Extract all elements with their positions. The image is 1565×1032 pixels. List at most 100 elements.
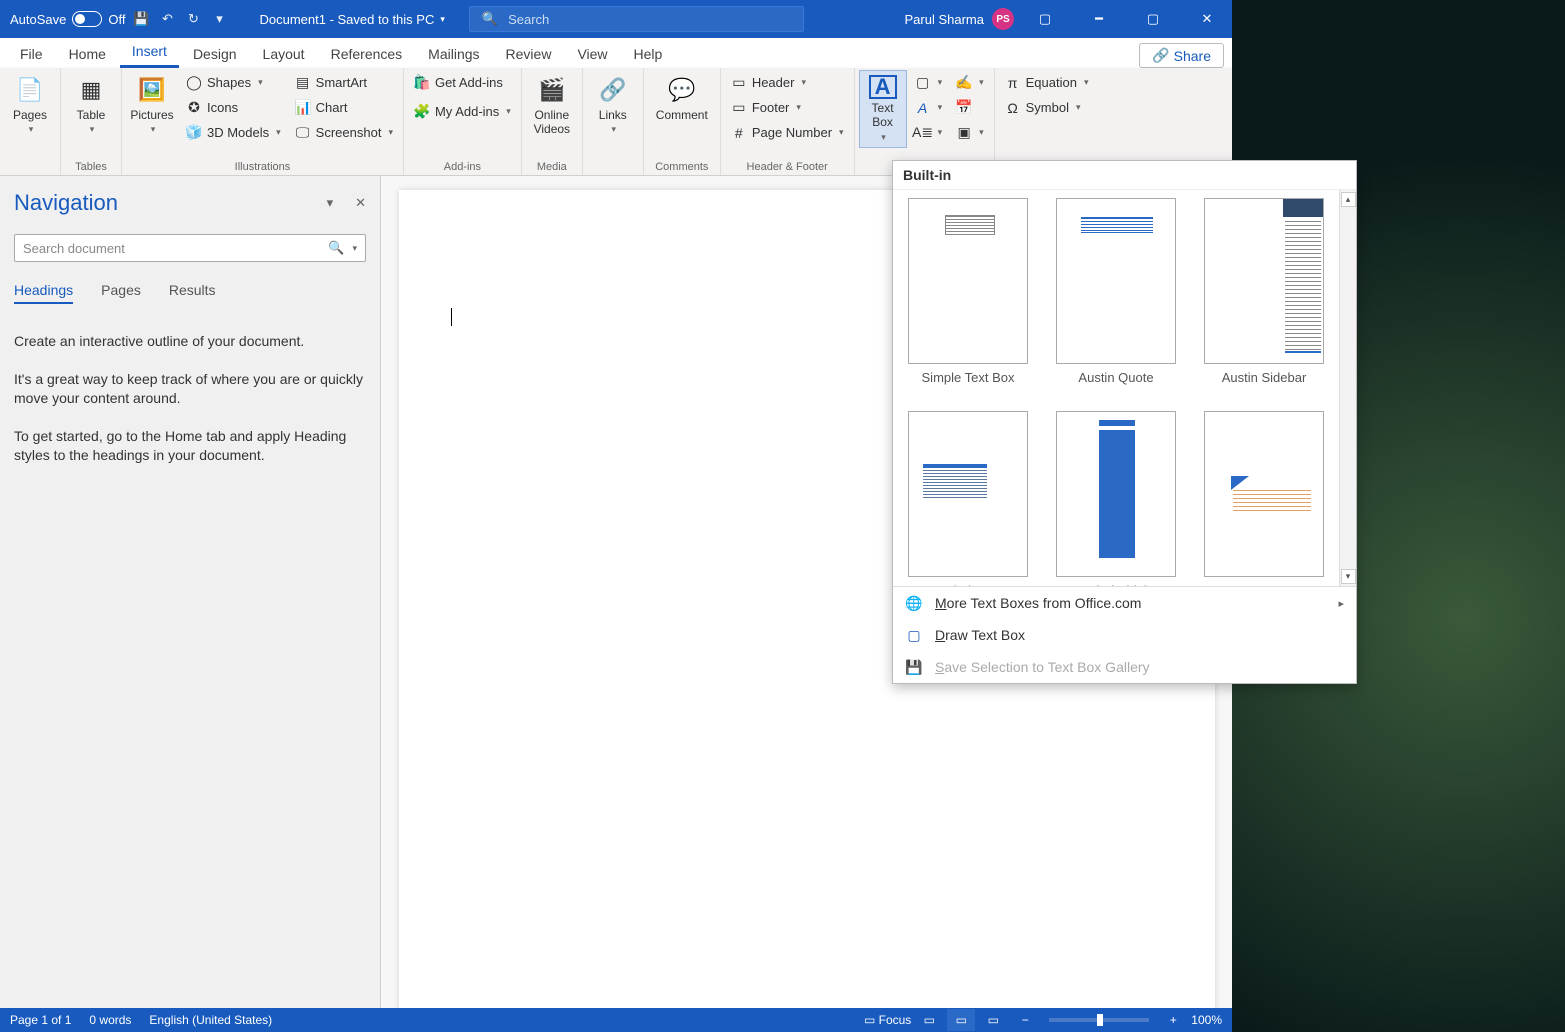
tab-review[interactable]: Review — [494, 40, 564, 68]
zoom-in-button[interactable]: + — [1159, 1009, 1187, 1031]
word-count[interactable]: 0 words — [89, 1013, 131, 1027]
tab-references[interactable]: References — [319, 40, 415, 68]
tab-home[interactable]: Home — [57, 40, 118, 68]
autosave-toggle[interactable]: AutoSave Off — [10, 11, 125, 27]
pages-button[interactable]: 📄Pages▾ — [4, 70, 56, 139]
wordart-button[interactable]: A▾ — [909, 95, 949, 120]
more-text-boxes-menu[interactable]: 🌐 More Text Boxes from Office.com ▸ — [893, 587, 1356, 619]
drop-cap-button[interactable]: A≣▾ — [909, 120, 949, 145]
tab-layout[interactable]: Layout — [251, 40, 317, 68]
tab-help[interactable]: Help — [622, 40, 675, 68]
chevron-down-icon[interactable]: ▾ — [440, 14, 445, 25]
read-mode-button[interactable]: ▭ — [915, 1009, 943, 1031]
gallery-item-facet-quote[interactable]: Facet Quote — [1204, 411, 1324, 586]
tab-file[interactable]: File — [8, 40, 55, 68]
nav-tab-headings[interactable]: Headings — [14, 282, 73, 304]
minimize-button[interactable]: ━ — [1076, 0, 1122, 38]
gallery-item-simple-text-box[interactable]: Simple Text Box — [908, 198, 1028, 385]
scroll-up-button[interactable]: ▴ — [1341, 192, 1356, 207]
zoom-level[interactable]: 100% — [1191, 1013, 1222, 1027]
smartart-button[interactable]: ▤SmartArt — [289, 70, 399, 95]
addin-icon: 🧩 — [414, 104, 430, 120]
gallery-item-austin-quote[interactable]: Austin Quote — [1056, 198, 1176, 385]
undo-button[interactable]: ↶ — [157, 9, 177, 29]
header-button[interactable]: ▭Header▾ — [725, 70, 850, 95]
header-icon: ▭ — [731, 75, 747, 91]
hf-group-label: Header & Footer — [725, 161, 850, 175]
equation-button[interactable]: πEquation▾ — [999, 70, 1095, 95]
tab-insert[interactable]: Insert — [120, 37, 179, 68]
smartart-label: SmartArt — [316, 75, 367, 90]
nav-options-button[interactable]: ▾ — [327, 195, 334, 211]
icons-label: Icons — [207, 100, 238, 115]
print-layout-button[interactable]: ▭ — [947, 1009, 975, 1031]
tab-design[interactable]: Design — [181, 40, 249, 68]
screenshot-icon: 🖵 — [295, 125, 311, 141]
my-addins-button[interactable]: 🧩My Add-ins▾ — [408, 99, 517, 124]
gallery-item-banded-sidebar[interactable]: Banded Sidebar — [1056, 411, 1176, 586]
pictures-button[interactable]: 🖼️Pictures▾ — [126, 70, 178, 139]
gallery-heading: Built-in — [893, 161, 1356, 190]
my-addins-label: My Add-ins — [435, 104, 499, 119]
close-button[interactable]: ✕ — [1184, 0, 1230, 38]
page-number-button[interactable]: #Page Number▾ — [725, 120, 850, 145]
gallery-label: Banded Quote — [926, 583, 1010, 586]
online-videos-button[interactable]: 🎬Online Videos — [526, 70, 578, 141]
zoom-slider[interactable] — [1049, 1018, 1149, 1022]
gallery-item-banded-quote[interactable]: Banded Quote — [908, 411, 1028, 586]
tab-mailings[interactable]: Mailings — [416, 40, 491, 68]
focus-mode-button[interactable]: ▭ Focus — [864, 1013, 911, 1027]
nav-title: Navigation — [14, 190, 118, 216]
ribbon-display-options[interactable]: ▢ — [1022, 0, 1068, 38]
gallery-label: Banded Sidebar — [1069, 583, 1162, 586]
maximize-button[interactable]: ▢ — [1130, 0, 1176, 38]
save-button[interactable]: 💾 — [131, 9, 151, 29]
nav-search-input[interactable]: Search document 🔍 ▾ — [14, 234, 366, 262]
redo-button[interactable]: ↻ — [183, 9, 203, 29]
document-title[interactable]: Document1 - Saved to this PC — [259, 12, 434, 27]
get-addins-button[interactable]: 🛍️Get Add-ins — [408, 70, 517, 95]
gallery-label: Austin Quote — [1078, 370, 1153, 385]
tab-view[interactable]: View — [565, 40, 619, 68]
search-box[interactable]: 🔍 Search — [469, 6, 804, 32]
date-time-button[interactable]: 📅 — [950, 95, 990, 120]
thumb-icon — [1056, 198, 1176, 364]
screenshot-button[interactable]: 🖵Screenshot▾ — [289, 120, 399, 145]
user-name[interactable]: Parul Sharma — [905, 12, 984, 27]
3d-models-button[interactable]: 🧊3D Models▾ — [180, 120, 287, 145]
equation-icon: π — [1005, 75, 1021, 91]
nav-tab-results[interactable]: Results — [169, 282, 216, 304]
gallery-label: Facet Quote — [1228, 583, 1300, 586]
signature-line-button[interactable]: ✍️▾ — [950, 70, 990, 95]
symbol-button[interactable]: ΩSymbol▾ — [999, 95, 1095, 120]
object-button[interactable]: ▣▾ — [950, 120, 990, 145]
text-box-button[interactable]: AText Box▾ — [859, 70, 907, 148]
shapes-button[interactable]: ◯Shapes▾ — [180, 70, 287, 95]
web-layout-button[interactable]: ▭ — [979, 1009, 1007, 1031]
nav-close-button[interactable]: ✕ — [355, 195, 366, 211]
draw-text-box-menu[interactable]: ▢ Draw Text Box — [893, 619, 1356, 651]
quick-parts-button[interactable]: ▢▾ — [909, 70, 949, 95]
zoom-out-button[interactable]: − — [1011, 1009, 1039, 1031]
footer-button[interactable]: ▭Footer▾ — [725, 95, 850, 120]
table-button[interactable]: ▦Table▾ — [65, 70, 117, 139]
toggle-icon — [72, 11, 102, 27]
gallery-item-austin-sidebar[interactable]: Austin Sidebar — [1204, 198, 1324, 385]
draw-label: raw Text Box — [945, 627, 1025, 643]
links-button[interactable]: 🔗Links▾ — [587, 70, 639, 139]
comment-button[interactable]: 💬Comment — [648, 70, 716, 126]
chevron-down-icon[interactable]: ▾ — [352, 243, 357, 254]
scroll-down-button[interactable]: ▾ — [1341, 569, 1356, 584]
language[interactable]: English (United States) — [149, 1013, 272, 1027]
videos-label: Online Videos — [528, 108, 576, 137]
customize-qat-button[interactable]: ▾ — [209, 9, 229, 29]
screenshot-label: Screenshot — [316, 125, 382, 140]
search-placeholder: Search — [508, 12, 549, 27]
share-button[interactable]: 🔗 Share — [1139, 43, 1224, 68]
user-avatar[interactable]: PS — [992, 8, 1014, 30]
page-count[interactable]: Page 1 of 1 — [10, 1013, 71, 1027]
icons-button[interactable]: ✪Icons — [180, 95, 287, 120]
chart-button[interactable]: 📊Chart — [289, 95, 399, 120]
nav-tab-pages[interactable]: Pages — [101, 282, 141, 304]
gallery-scrollbar[interactable]: ▴ ▾ — [1339, 190, 1356, 586]
